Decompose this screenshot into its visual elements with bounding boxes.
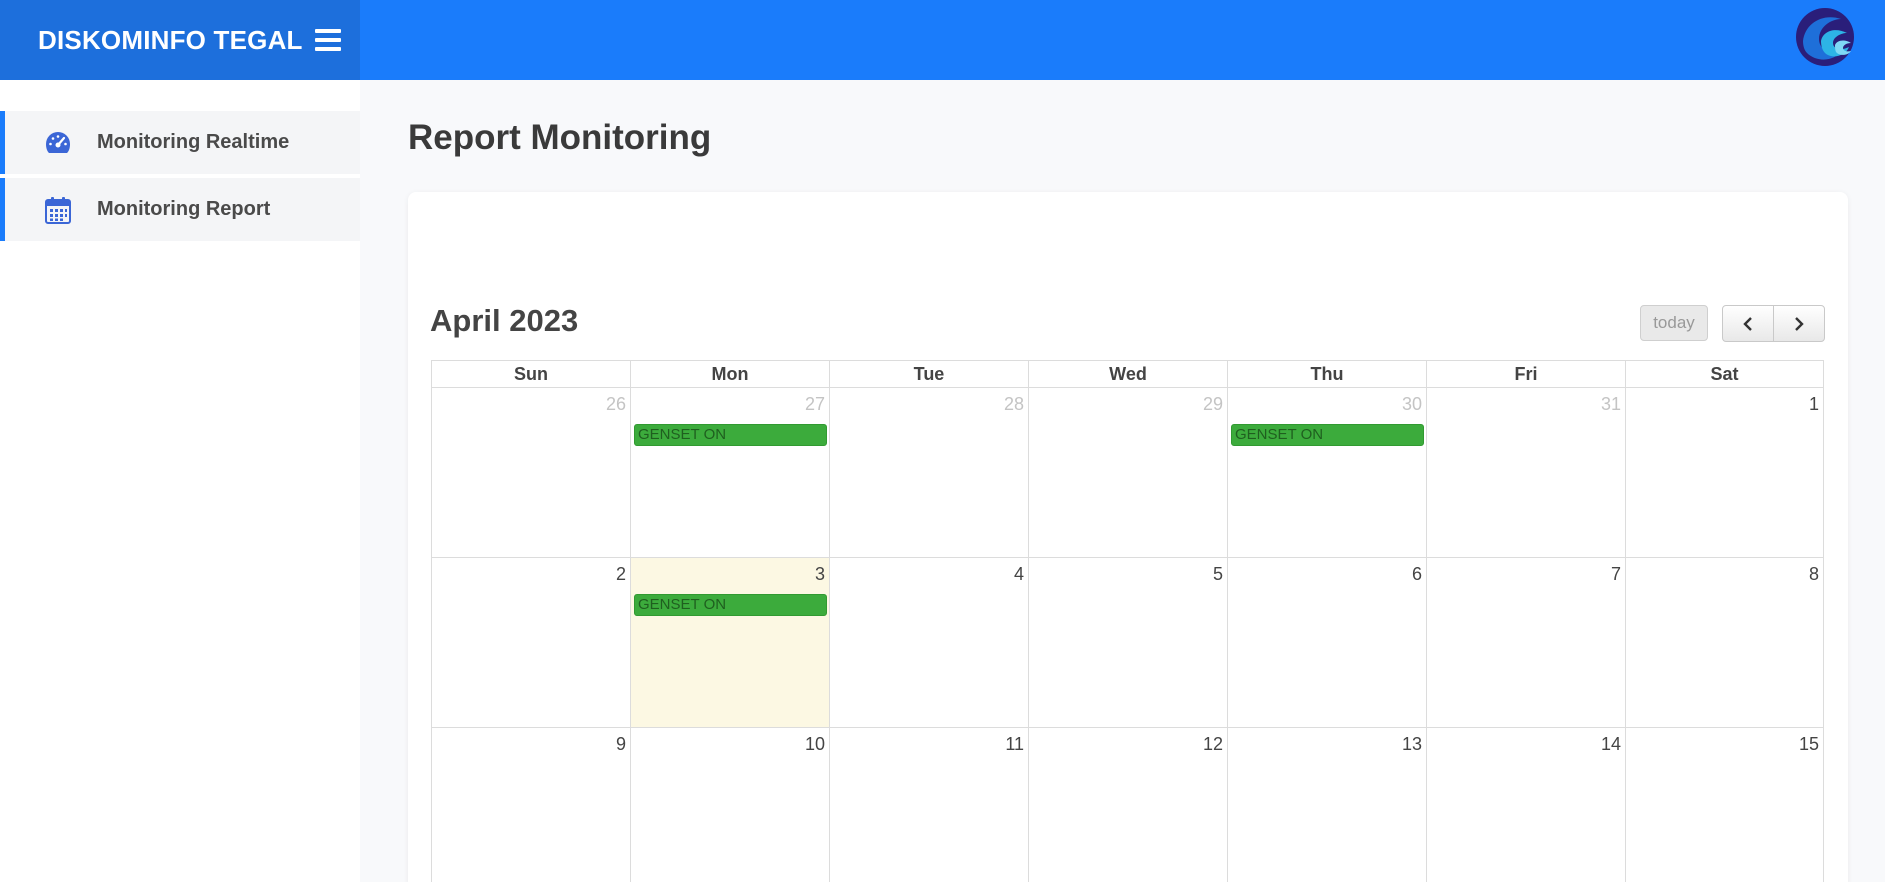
calendar-day-cell[interactable]: 28 xyxy=(829,388,1028,558)
weekday-label: Sun xyxy=(431,360,630,388)
calendar-day-cell[interactable]: 12 xyxy=(1028,728,1227,882)
calendar-icon xyxy=(43,195,73,225)
day-number: 14 xyxy=(1600,734,1621,754)
calendar-week-row: 2 3 GENSET ON 4 5 6 7 8 xyxy=(431,558,1824,728)
day-number: 10 xyxy=(804,734,825,754)
calendar-day-cell[interactable]: 10 xyxy=(630,728,829,882)
calendar-day-cell[interactable]: 30 GENSET ON xyxy=(1227,388,1426,558)
sidebar-item-label: Monitoring Realtime xyxy=(97,131,290,153)
day-number: 4 xyxy=(1013,564,1024,584)
day-number: 2 xyxy=(615,564,626,584)
calendar-day-cell[interactable]: 26 xyxy=(431,388,630,558)
day-number: 1 xyxy=(1808,394,1819,414)
calendar-day-cell[interactable]: 8 xyxy=(1625,558,1824,728)
calendar-day-cell-today[interactable]: 3 GENSET ON xyxy=(630,558,829,728)
page-title: Report Monitoring xyxy=(408,118,712,157)
calendar-day-cell[interactable]: 7 xyxy=(1426,558,1625,728)
weekday-label: Wed xyxy=(1028,360,1227,388)
calendar-weeks: 26 27 GENSET ON 28 29 30 GENSET ON 31 1 2 3 GENSET … xyxy=(431,388,1824,882)
weekday-label: Tue xyxy=(829,360,1028,388)
kominfo-logo xyxy=(1796,8,1854,66)
calendar-week-row: 26 27 GENSET ON 28 29 30 GENSET ON 31 1 xyxy=(431,388,1824,558)
weekday-label: Sat xyxy=(1625,360,1824,388)
calendar-day-cell[interactable]: 6 xyxy=(1227,558,1426,728)
sidebar-item-monitoring-realtime[interactable]: Monitoring Realtime xyxy=(0,111,360,174)
sidebar-item-monitoring-report[interactable]: Monitoring Report xyxy=(0,178,360,241)
calendar-day-cell[interactable]: 2 xyxy=(431,558,630,728)
today-button[interactable]: today xyxy=(1640,305,1708,341)
day-number: 28 xyxy=(1003,394,1024,414)
brand-title[interactable]: DISKOMINFO TEGAL xyxy=(38,25,303,56)
day-number: 12 xyxy=(1202,734,1223,754)
calendar-day-cell[interactable]: 1 xyxy=(1625,388,1824,558)
weekday-label: Thu xyxy=(1227,360,1426,388)
hamburger-menu-icon[interactable] xyxy=(314,29,341,51)
day-number: 13 xyxy=(1401,734,1422,754)
day-number: 27 xyxy=(804,394,825,414)
calendar-day-cell[interactable]: 13 xyxy=(1227,728,1426,882)
day-number: 30 xyxy=(1401,394,1422,414)
calendar-event[interactable]: GENSET ON xyxy=(634,594,827,616)
day-number: 29 xyxy=(1202,394,1223,414)
day-number: 31 xyxy=(1600,394,1621,414)
calendar-day-cell[interactable]: 11 xyxy=(829,728,1028,882)
day-number: 11 xyxy=(1005,734,1024,754)
day-number: 6 xyxy=(1411,564,1422,584)
calendar-day-cell[interactable]: 4 xyxy=(829,558,1028,728)
brand-area: DISKOMINFO TEGAL xyxy=(0,0,360,80)
calendar-event[interactable]: GENSET ON xyxy=(1231,424,1424,446)
sidebar: Monitoring Realtime Monitoring Report xyxy=(0,80,360,882)
chevron-right-icon xyxy=(1795,316,1804,331)
weekday-label: Mon xyxy=(630,360,829,388)
calendar-day-cell[interactable]: 14 xyxy=(1426,728,1625,882)
calendar-day-cell[interactable]: 15 xyxy=(1625,728,1824,882)
day-number: 5 xyxy=(1212,564,1223,584)
day-number: 8 xyxy=(1808,564,1819,584)
calendar-day-cell[interactable]: 5 xyxy=(1028,558,1227,728)
calendar-week-row: 9 10 11 12 13 14 15 xyxy=(431,728,1824,882)
day-number: 3 xyxy=(814,564,825,584)
prev-month-button[interactable] xyxy=(1722,305,1774,342)
calendar-day-cell[interactable]: 31 xyxy=(1426,388,1625,558)
sidebar-item-label: Monitoring Report xyxy=(97,198,271,220)
calendar-day-cell[interactable]: 29 xyxy=(1028,388,1227,558)
next-month-button[interactable] xyxy=(1773,305,1825,342)
weekday-label: Fri xyxy=(1426,360,1625,388)
calendar-title: April 2023 xyxy=(430,303,579,338)
speedometer-icon xyxy=(43,128,73,158)
calendar-day-cell[interactable]: 27 GENSET ON xyxy=(630,388,829,558)
calendar-event[interactable]: GENSET ON xyxy=(634,424,827,446)
calendar-grid: Sun Mon Tue Wed Thu Fri Sat 26 27 GENSET O… xyxy=(431,360,1824,882)
day-number: 15 xyxy=(1798,734,1819,754)
weekday-header: Sun Mon Tue Wed Thu Fri Sat xyxy=(431,360,1824,388)
calendar-day-cell[interactable]: 9 xyxy=(431,728,630,882)
day-number: 9 xyxy=(615,734,626,754)
top-navbar: DISKOMINFO TEGAL xyxy=(0,0,1885,80)
day-number: 7 xyxy=(1610,564,1621,584)
chevron-left-icon xyxy=(1743,316,1752,331)
day-number: 26 xyxy=(605,394,626,414)
